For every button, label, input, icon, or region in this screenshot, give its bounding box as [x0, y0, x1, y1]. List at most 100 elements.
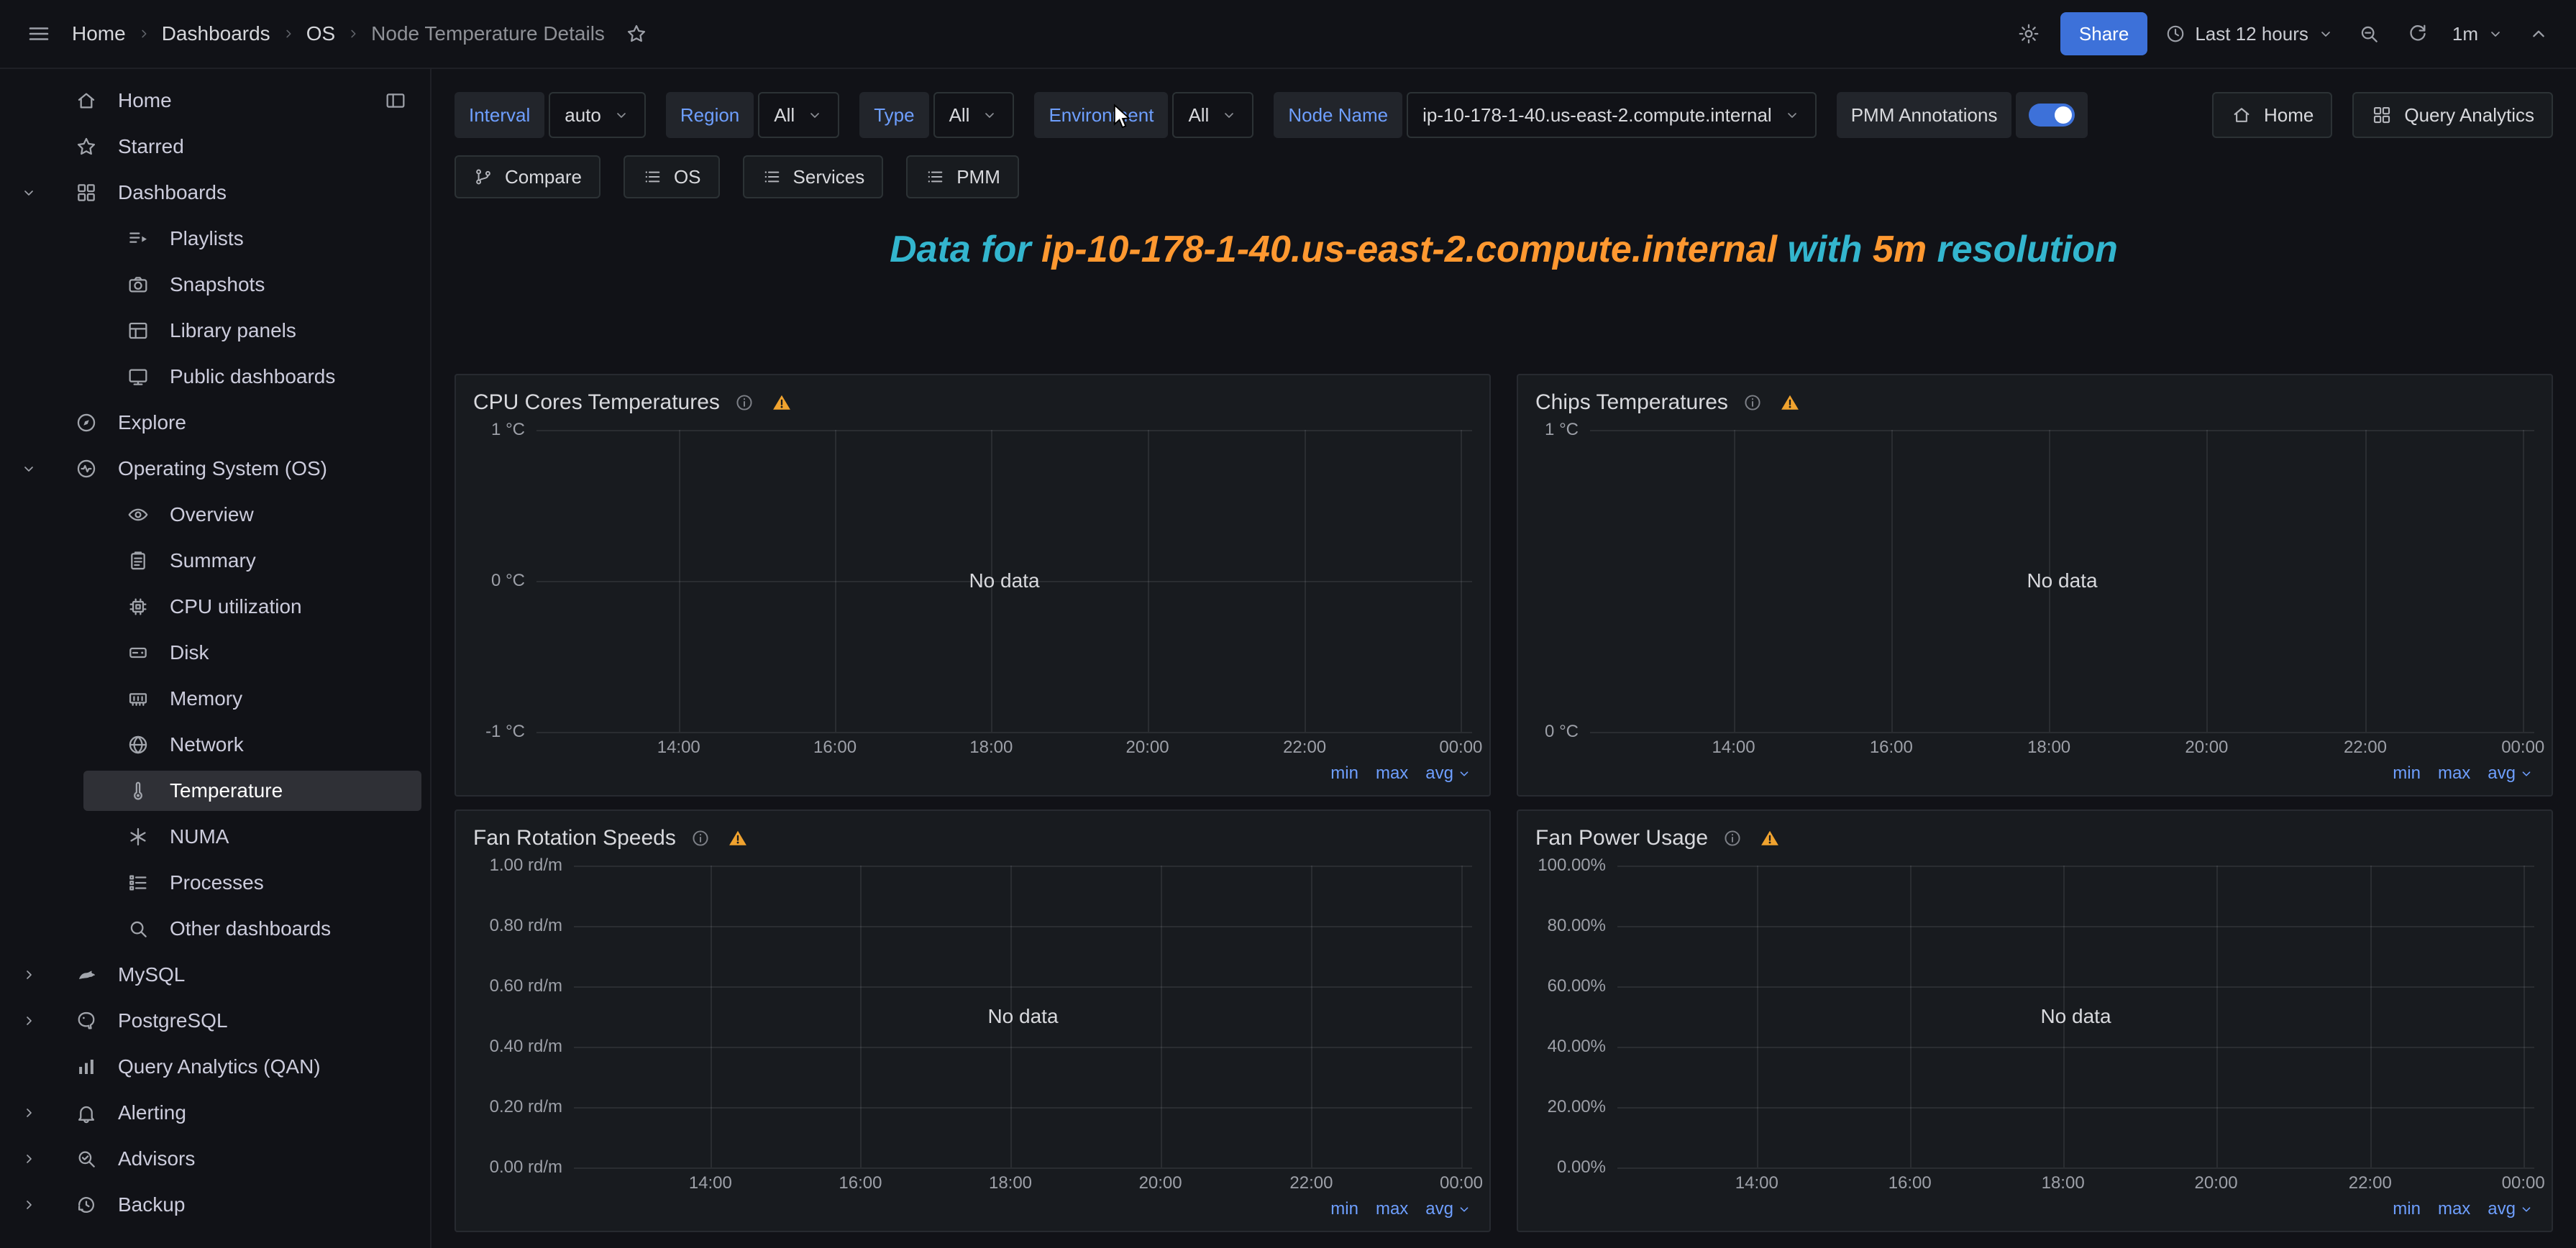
numa-icon — [127, 825, 150, 848]
panel-warning-button[interactable] — [769, 393, 795, 413]
panel-title[interactable]: Fan Power Usage — [1535, 826, 1708, 850]
chevron-down-icon — [1783, 106, 1801, 124]
legend-min[interactable]: min — [2393, 763, 2421, 784]
panel-warning-button[interactable] — [1777, 393, 1803, 413]
legend-min[interactable]: min — [1330, 1199, 1358, 1219]
x-tick-label: 16:00 — [1870, 738, 1913, 758]
x-tick-label: 14:00 — [1735, 1173, 1778, 1193]
legend-max[interactable]: max — [1376, 1199, 1408, 1219]
sidebar-item-playlists[interactable]: Playlists — [0, 216, 430, 262]
sidebar-item-other-dashboards[interactable]: Other dashboards — [0, 906, 430, 952]
sidebar-item-overview[interactable]: Overview — [0, 492, 430, 538]
variable-value-dropdown[interactable]: auto — [549, 92, 646, 138]
variable-value-dropdown[interactable]: ip-10-178-1-40.us-east-2.compute.interna… — [1407, 92, 1817, 138]
time-zoom-out-button[interactable] — [2352, 17, 2386, 51]
sidebar-item-snapshots[interactable]: Snapshots — [0, 262, 430, 308]
sidebar-item-starred[interactable]: Starred — [0, 124, 430, 170]
sidebar-item-memory[interactable]: Memory — [0, 676, 430, 722]
refresh-icon — [2406, 22, 2429, 45]
dashboard-link-pmm[interactable]: PMM — [906, 155, 1019, 198]
sidebar-chevron-slot[interactable] — [12, 1012, 46, 1029]
sidebar-item-library-panels[interactable]: Library panels — [0, 308, 430, 354]
sidebar-chevron-slot[interactable] — [12, 1104, 46, 1121]
undock-sidebar-button[interactable] — [384, 89, 407, 112]
panel-title[interactable]: Chips Temperatures — [1535, 390, 1728, 415]
legend-max[interactable]: max — [2438, 1199, 2470, 1219]
panel-info-button[interactable] — [1740, 393, 1766, 413]
dashboard-settings-button[interactable] — [2011, 17, 2046, 51]
sidebar-item-operating-system-os[interactable]: Operating System (OS) — [0, 446, 430, 492]
pmm-annotations-toggle[interactable] — [2016, 92, 2088, 138]
legend-avg[interactable]: avg — [1425, 1199, 1472, 1219]
dashboard-link-services[interactable]: Services — [743, 155, 884, 198]
legend-max[interactable]: max — [2438, 763, 2470, 784]
dashboard-link-compare[interactable]: Compare — [455, 155, 600, 198]
refresh-dashboard-button[interactable] — [2401, 17, 2435, 51]
sidebar-item-dashboards[interactable]: Dashboards — [0, 170, 430, 216]
panel-info-button[interactable] — [688, 828, 713, 848]
gridline — [574, 986, 1472, 988]
star-icon — [75, 135, 98, 158]
sidebar-item-cpu-utilization[interactable]: CPU utilization — [0, 584, 430, 630]
panel-title[interactable]: Fan Rotation Speeds — [473, 826, 676, 850]
panel-title[interactable]: CPU Cores Temperatures — [473, 390, 720, 415]
sidebar-item-public-dashboards[interactable]: Public dashboards — [0, 354, 430, 400]
legend-min[interactable]: min — [1330, 763, 1358, 784]
panel-warning-button[interactable] — [725, 828, 751, 848]
sidebar-chevron-slot[interactable] — [12, 966, 46, 983]
share-button[interactable]: Share — [2060, 12, 2147, 55]
sidebar-item-summary[interactable]: Summary — [0, 538, 430, 584]
sidebar-item-explore[interactable]: Explore — [0, 400, 430, 446]
legend-avg[interactable]: avg — [2488, 763, 2534, 784]
panel-warning-button[interactable] — [1757, 828, 1783, 848]
gridline — [1617, 866, 2534, 867]
auto-refresh-interval-button[interactable]: 1m — [2449, 17, 2507, 51]
sidebar-item-label: Snapshots — [170, 273, 265, 296]
breadcrumb-item-os[interactable]: OS — [306, 22, 335, 45]
menu-button[interactable] — [20, 15, 58, 52]
variable-value-dropdown[interactable]: All — [933, 92, 1015, 138]
variable-value-dropdown[interactable]: All — [1172, 92, 1253, 138]
gridline — [1461, 866, 1463, 1167]
network-icon — [127, 733, 150, 756]
legend-max[interactable]: max — [1376, 763, 1408, 784]
y-tick-label: 20.00% — [1548, 1097, 1606, 1117]
plot-area: No data — [574, 866, 1472, 1167]
breadcrumb-item-home[interactable]: Home — [72, 22, 126, 45]
sidebar-item-backup[interactable]: Backup — [0, 1182, 430, 1228]
panel-info-button[interactable] — [731, 393, 757, 413]
home-dashboard-button[interactable]: Home — [2212, 92, 2332, 138]
sidebar-item-alerting[interactable]: Alerting — [0, 1090, 430, 1136]
sidebar-item-query-analytics-qan[interactable]: Query Analytics (QAN) — [0, 1044, 430, 1090]
sidebar-chevron-slot[interactable] — [12, 1150, 46, 1167]
x-tick-label: 00:00 — [1440, 1173, 1483, 1193]
sidebar-chevron-slot[interactable] — [12, 184, 46, 201]
gridline — [1161, 866, 1162, 1167]
breadcrumb-item-dashboards[interactable]: Dashboards — [162, 22, 270, 45]
y-tick-label: 0.20 rd/m — [490, 1097, 562, 1117]
sidebar-item-advisors[interactable]: Advisors — [0, 1136, 430, 1182]
legend-min[interactable]: min — [2393, 1199, 2421, 1219]
legend-avg[interactable]: avg — [1425, 763, 1472, 784]
sidebar-item-network[interactable]: Network — [0, 722, 430, 768]
dashboard-link-os[interactable]: OS — [624, 155, 720, 198]
sidebar-item-postgresql[interactable]: PostgreSQL — [0, 998, 430, 1044]
chevron-right-icon — [280, 26, 296, 42]
x-tick-label: 22:00 — [2344, 738, 2387, 758]
variable-value-dropdown[interactable]: All — [758, 92, 839, 138]
sidebar-item-disk[interactable]: Disk — [0, 630, 430, 676]
sidebar-item-mysql[interactable]: MySQL — [0, 952, 430, 998]
collapse-controls-button[interactable] — [2521, 17, 2556, 51]
sidebar-item-numa[interactable]: NUMA — [0, 814, 430, 860]
sidebar-item-label: Network — [170, 733, 244, 756]
legend-avg[interactable]: avg — [2488, 1199, 2534, 1219]
panel-info-button[interactable] — [1719, 828, 1745, 848]
time-range-picker-button[interactable]: Last 12 hours — [2162, 17, 2337, 51]
star-dashboard-button[interactable] — [619, 17, 654, 51]
sidebar-item-home[interactable]: Home — [0, 78, 430, 124]
sidebar-chevron-slot[interactable] — [12, 1196, 46, 1213]
sidebar-chevron-slot[interactable] — [12, 460, 46, 477]
sidebar-item-processes[interactable]: Processes — [0, 860, 430, 906]
sidebar-item-temperature[interactable]: Temperature — [0, 768, 430, 814]
query-analytics-button[interactable]: Query Analytics — [2352, 92, 2553, 138]
